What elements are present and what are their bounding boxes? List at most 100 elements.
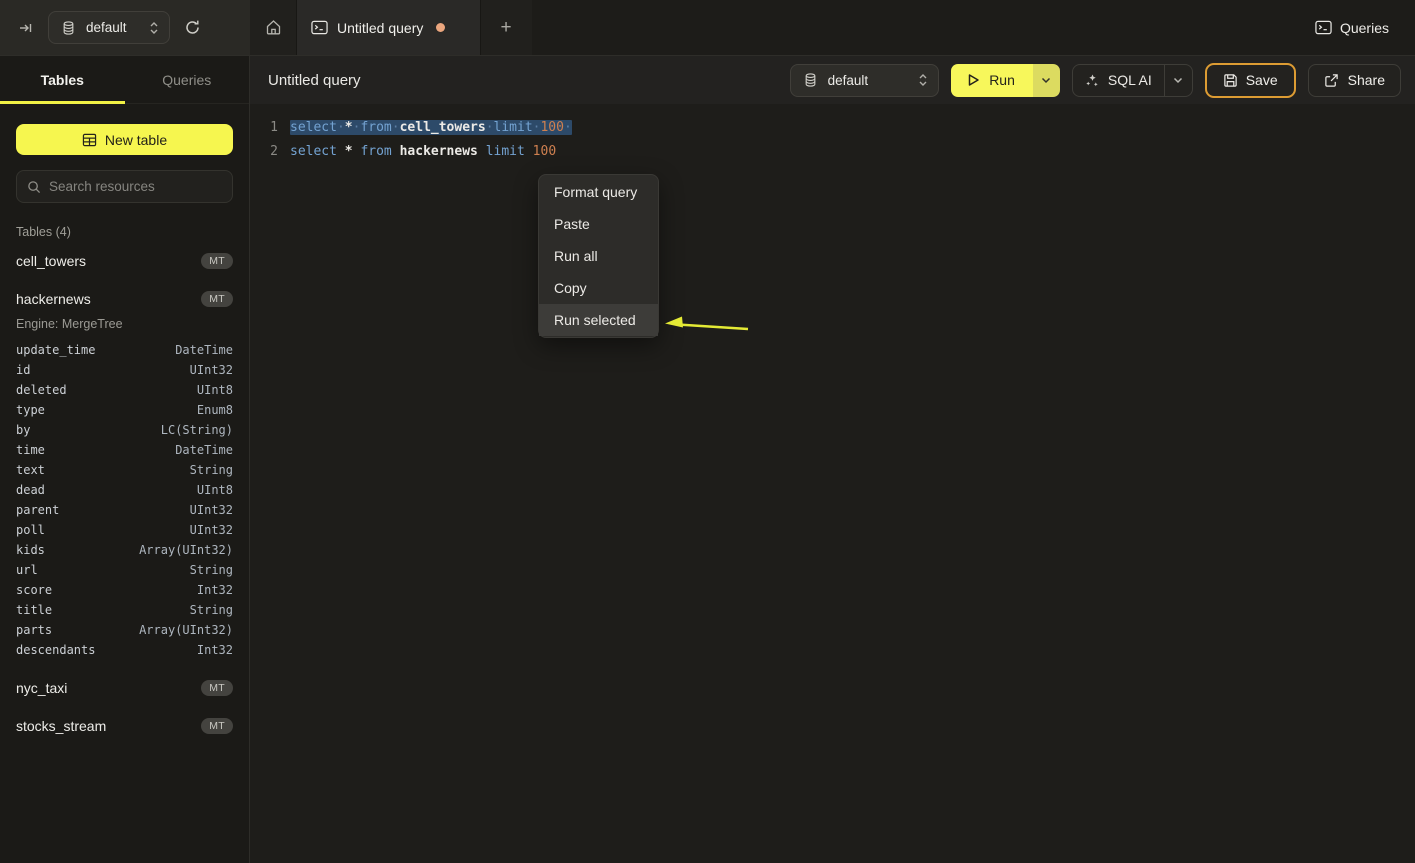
column-name: descendants — [16, 643, 95, 657]
sql-editor[interactable]: 1select·*·from·cell_towers·limit·100·2se… — [250, 104, 1415, 863]
menu-item-paste[interactable]: Paste — [539, 208, 658, 240]
token-kw: from — [360, 120, 391, 135]
sql-ai-caret[interactable] — [1164, 65, 1192, 96]
chevron-down-icon — [1041, 77, 1051, 84]
database-icon — [803, 72, 818, 88]
column-row: title String — [16, 600, 233, 620]
column-type: String — [190, 463, 233, 477]
collapse-sidebar-button[interactable] — [14, 16, 38, 40]
column-row: descendants Int32 — [16, 640, 233, 660]
code-line[interactable]: 2select * from hackernews limit 100 — [250, 140, 1415, 164]
query-database-value: default — [826, 73, 911, 88]
new-table-button[interactable]: New table — [16, 124, 233, 155]
column-type: String — [190, 603, 233, 617]
save-button[interactable]: Save — [1205, 63, 1296, 98]
column-row: urlString — [16, 560, 233, 580]
column-name: title — [16, 603, 52, 617]
search-icon — [27, 180, 41, 194]
sidebar-body: New table Tables (4) cell_towersMThacker… — [0, 104, 249, 742]
token-ws: · — [337, 120, 345, 135]
sql-ai-main[interactable]: SQL AI — [1073, 65, 1164, 96]
menu-item-run-selected[interactable]: Run selected — [539, 304, 658, 336]
query-database-selector[interactable]: default — [790, 64, 940, 97]
chevron-up-down-icon — [918, 73, 928, 87]
sidebar-tab-tables[interactable]: Tables — [0, 56, 125, 103]
menu-item-run-all[interactable]: Run all — [539, 240, 658, 272]
sidebar-tab-queries[interactable]: Queries — [125, 56, 250, 103]
code-text: select·*·from·cell_towers·limit·100· — [278, 116, 572, 140]
table-row[interactable]: cell_towersMT — [16, 245, 233, 277]
column-type: UInt8 — [197, 483, 233, 497]
queries-button[interactable]: Queries — [1315, 20, 1389, 36]
token-ws: · — [486, 120, 494, 135]
share-icon — [1324, 73, 1339, 88]
token-kw: select — [290, 144, 337, 159]
column-row: timeDateTime — [16, 440, 233, 460]
code-line[interactable]: 1select·*·from·cell_towers·limit·100· — [250, 116, 1415, 140]
save-button-label: Save — [1246, 72, 1278, 88]
menu-item-format-query[interactable]: Format query — [539, 176, 658, 208]
table-row[interactable]: stocks_streamMT — [16, 710, 233, 742]
column-type: UInt32 — [190, 363, 233, 377]
table-engine-label: Engine: MergeTree — [16, 317, 233, 331]
column-name: kids — [16, 543, 45, 557]
token-sp — [478, 144, 486, 159]
query-title: Untitled query — [268, 72, 361, 89]
tab-strip: Untitled query + — [250, 0, 532, 55]
token-kw: select — [290, 120, 337, 135]
menu-item-copy[interactable]: Copy — [539, 272, 658, 304]
sidebar: Tables Queries New table Tables — [0, 56, 250, 863]
sql-ai-label: SQL AI — [1108, 72, 1152, 88]
column-name: update_time — [16, 343, 95, 357]
database-icon — [61, 20, 76, 36]
column-row: deadUInt8 — [16, 480, 233, 500]
topbar: default — [0, 0, 1415, 56]
tables-list: cell_towersMThackernewsMTEngine: MergeTr… — [16, 245, 233, 742]
column-row: textString — [16, 460, 233, 480]
chevron-down-icon — [1173, 77, 1183, 84]
column-type: UInt8 — [197, 383, 233, 397]
table-columns-list: update_timeDateTimeidUInt32deletedUInt8t… — [16, 340, 233, 660]
search-input[interactable] — [49, 179, 222, 194]
new-table-label: New table — [105, 132, 167, 148]
run-options-caret[interactable] — [1033, 64, 1060, 97]
token-ws: · — [392, 120, 400, 135]
token-ws: · — [564, 120, 572, 135]
column-name: score — [16, 583, 52, 597]
share-button[interactable]: Share — [1308, 64, 1401, 97]
topbar-database-selector[interactable]: default — [48, 11, 170, 44]
tab-untitled-query[interactable]: Untitled query — [296, 0, 481, 55]
share-button-label: Share — [1348, 72, 1385, 88]
token-sp — [337, 144, 345, 159]
refresh-button[interactable] — [180, 15, 205, 40]
code-text: select * from hackernews limit 100 — [278, 140, 556, 164]
topbar-database-value: default — [84, 20, 141, 35]
column-type: String — [190, 563, 233, 577]
chevron-up-down-icon — [149, 21, 159, 35]
refresh-icon — [184, 19, 201, 36]
table-name: hackernews — [16, 291, 91, 307]
column-row: score Int32 — [16, 580, 233, 600]
play-icon — [967, 73, 980, 87]
line-number: 2 — [250, 140, 278, 164]
column-type: UInt32 — [190, 523, 233, 537]
sql-ai-button[interactable]: SQL AI — [1072, 64, 1193, 97]
table-row[interactable]: nyc_taxiMT — [16, 672, 233, 704]
table-name: cell_towers — [16, 253, 86, 269]
engine-badge: MT — [201, 718, 233, 734]
unsaved-changes-dot — [436, 23, 445, 32]
run-button-main[interactable]: Run — [951, 64, 1033, 97]
column-type: Int32 — [197, 583, 233, 597]
tab-label: Untitled query — [337, 20, 423, 36]
column-name: parts — [16, 623, 52, 637]
token-kw: limit — [486, 144, 525, 159]
table-row[interactable]: hackernewsMT — [16, 283, 233, 315]
search-box — [16, 170, 233, 203]
home-tab-button[interactable] — [250, 0, 296, 55]
collapse-sidebar-icon — [18, 20, 34, 36]
column-row: partsArray(UInt32) — [16, 620, 233, 640]
column-name: poll — [16, 523, 45, 537]
column-type: Int32 — [197, 643, 233, 657]
new-tab-button[interactable]: + — [481, 0, 531, 55]
run-button[interactable]: Run — [951, 64, 1060, 97]
